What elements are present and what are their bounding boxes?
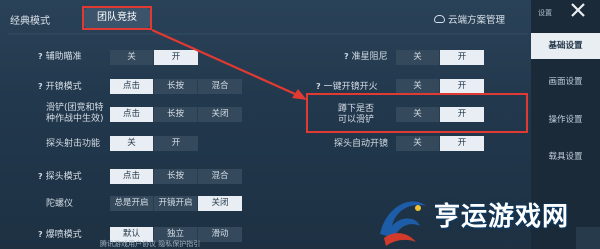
close-button[interactable] — [563, 0, 593, 22]
option-tap[interactable]: 点击 — [110, 169, 154, 184]
slide-mode-selector: 点击 长按 关闭 — [110, 107, 242, 122]
row-label-oneclick-scope-fire: ? 一键开镜开火 — [316, 81, 378, 92]
watermark-text: 亨运游戏网 — [434, 202, 570, 232]
peek-fire-toggle: 关 开 — [110, 136, 198, 151]
option-on[interactable]: 开 — [154, 50, 198, 65]
header-divider — [8, 33, 528, 35]
option-off[interactable]: 关 — [396, 136, 440, 151]
scope-mode-selector: 点击 长按 混合 — [110, 79, 242, 94]
row-label-aim-assist: ? 辅助瞄准 — [38, 51, 82, 62]
help-icon[interactable]: ? — [316, 81, 321, 92]
settings-screen: 经典模式 团队竞技 云端方案管理 ? 辅助瞄准 关 开 ? 开镜模式 点击 长按 混… — [0, 0, 600, 249]
option-hold[interactable]: 长按 — [154, 107, 198, 122]
sidebar-item-graphics[interactable]: 画面设置 — [531, 69, 600, 95]
cloud-plan-label: 云端方案管理 — [448, 15, 506, 26]
option-mixed[interactable]: 混合 — [198, 169, 242, 184]
option-close[interactable]: 关闭 — [198, 107, 242, 122]
option-on[interactable]: 开 — [440, 50, 484, 65]
row-label-crosshair-damping: ? 准星阻尼 — [344, 51, 388, 62]
row-label-peek-fire: 探头射击功能 — [46, 139, 101, 149]
row-label-peek-auto-scope: 探头自动开镜 — [334, 139, 389, 149]
row-label-peek-mode: ? 探头模式 — [38, 171, 82, 182]
peek-auto-scope-toggle: 关 开 — [396, 136, 484, 151]
option-always-on[interactable]: 总是开启 — [110, 196, 154, 211]
option-on[interactable]: 开 — [154, 136, 198, 151]
close-icon — [571, 3, 585, 17]
sidebar-item-controls[interactable]: 操作设置 — [531, 107, 600, 133]
gyroscope-selector: 总是开启 开镜开启 关闭 — [110, 196, 242, 211]
option-tap[interactable]: 点击 — [110, 107, 154, 122]
tab-classic-mode[interactable]: 经典模式 — [10, 12, 50, 27]
option-off[interactable]: 关 — [396, 79, 440, 94]
option-off[interactable]: 关 — [396, 50, 440, 65]
option-on[interactable]: 开 — [440, 107, 484, 122]
row-label-gyroscope: 陀螺仪 — [46, 199, 74, 209]
settings-title: 设置 — [538, 9, 552, 17]
option-off[interactable]: 关闭 — [198, 196, 242, 211]
help-icon[interactable]: ? — [38, 81, 43, 92]
help-icon[interactable]: ? — [38, 171, 43, 182]
option-off[interactable]: 关 — [110, 136, 154, 151]
help-icon[interactable]: ? — [38, 229, 43, 240]
row-label-scope-mode: ? 开镜模式 — [38, 81, 82, 92]
option-mixed[interactable]: 混合 — [198, 79, 242, 94]
row-label-crouch-slide: 蹲下是否 可以滑铲 — [338, 104, 375, 125]
option-off[interactable]: 关 — [396, 107, 440, 122]
aim-assist-toggle: 关 开 — [110, 50, 198, 65]
mode-tabs-bar: 经典模式 团队竞技 云端方案管理 — [0, 0, 530, 34]
option-off[interactable]: 关 — [110, 50, 154, 65]
crosshair-damping-toggle: 关 开 — [396, 50, 484, 65]
cloud-plan-button[interactable]: 云端方案管理 — [434, 12, 505, 26]
cloud-icon — [434, 15, 445, 23]
option-on[interactable]: 开 — [440, 136, 484, 151]
sidebar-item-vehicle[interactable]: 载具设置 — [531, 144, 600, 170]
option-tap[interactable]: 点击 — [110, 79, 154, 94]
option-slide[interactable]: 滑动 — [198, 227, 242, 242]
sidebar-item-basic[interactable]: 基础设置 — [531, 33, 600, 59]
oneclick-scope-fire-toggle: 关 开 — [396, 79, 484, 94]
option-hold[interactable]: 长按 — [154, 169, 198, 184]
row-label-slide: 滑铲(团竞和特 种作战中生效) — [46, 103, 104, 124]
crouch-slide-toggle: 关 开 — [396, 107, 484, 122]
help-icon[interactable]: ? — [38, 51, 43, 62]
bottom-links[interactable]: 腾讯游戏用户协议 隐私保护指引 — [100, 239, 200, 249]
peek-mode-selector: 点击 长按 混合 — [110, 169, 242, 184]
option-on[interactable]: 开 — [440, 79, 484, 94]
help-icon[interactable]: ? — [344, 51, 349, 62]
row-label-burst-mode: ? 爆喷模式 — [38, 229, 82, 240]
option-hold[interactable]: 长按 — [154, 79, 198, 94]
site-watermark: 亨运游戏网 — [372, 186, 600, 249]
option-scope-on[interactable]: 开镜开启 — [154, 196, 198, 211]
dragon-logo-icon — [380, 201, 426, 246]
tab-team-deathmatch[interactable]: 团队竞技 — [82, 6, 150, 28]
